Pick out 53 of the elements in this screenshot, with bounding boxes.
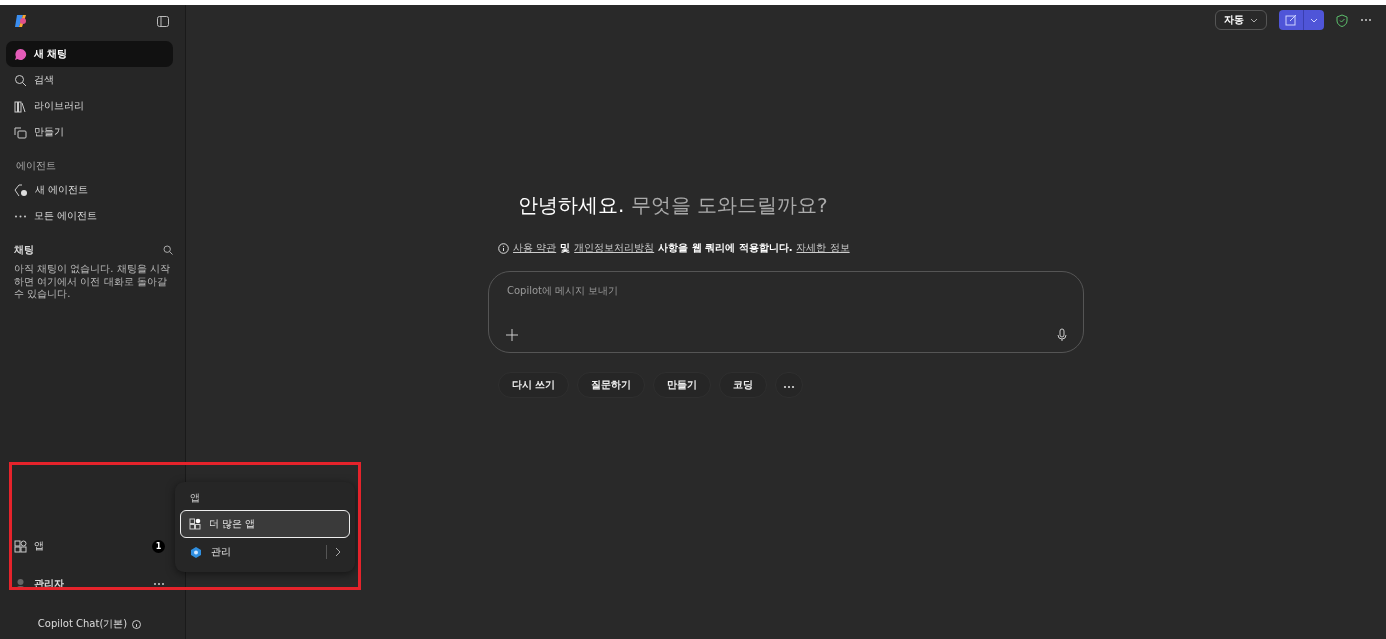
- count-badge: 1: [152, 539, 165, 553]
- notice-text: 및: [560, 241, 571, 255]
- microphone-icon[interactable]: [1057, 328, 1067, 342]
- sidebar-toggle-icon[interactable]: [157, 15, 169, 27]
- shield-icon[interactable]: [1336, 13, 1348, 27]
- message-field[interactable]: Copilot에 메시지 보내기: [505, 284, 1067, 297]
- apps-grid-icon: [189, 518, 201, 530]
- notice-text: 사항을 웹 쿼리에 적용합니다.: [658, 241, 793, 255]
- books-icon: [14, 99, 27, 113]
- apps-item[interactable]: 앱 1: [6, 533, 173, 559]
- nav-item[interactable]: 만들기: [6, 119, 173, 145]
- add-icon[interactable]: [505, 328, 519, 342]
- notice-link[interactable]: 사용 약관: [513, 241, 557, 255]
- version-label: Copilot Chat(기본): [37, 617, 128, 631]
- hexagon-logo-icon: [189, 545, 203, 559]
- suggestion-chip[interactable]: 질문하기: [577, 372, 646, 398]
- suggestion-chip[interactable]: 만들기: [653, 372, 712, 398]
- agent-item[interactable]: 모든 에이전트: [6, 203, 173, 229]
- info-icon: [498, 242, 509, 254]
- greeting-question: 무엇을 도와드릴까요?: [630, 193, 828, 217]
- suggestion-chip[interactable]: 다시 쓰기: [498, 372, 570, 398]
- nav-item[interactable]: 검색: [6, 67, 173, 93]
- greeting-title: 안녕하세요.: [518, 193, 625, 217]
- nav-item[interactable]: 라이브러리: [6, 93, 173, 119]
- logo-icon: [14, 14, 28, 28]
- agent-item[interactable]: 새 에이전트: [6, 177, 173, 203]
- section-heading: 에이전트: [16, 159, 57, 173]
- info-icon[interactable]: [132, 619, 142, 629]
- more-icon: [783, 384, 796, 389]
- empty-chats-text: 아직 채팅이 없습니다. 채팅을 시작하면 여기에서 이전 대화로 돌아갈 수 있습니다.: [13, 262, 171, 301]
- notice-link[interactable]: 자세한 정보: [796, 241, 850, 255]
- more-icon: [14, 214, 27, 218]
- create-icon: [14, 125, 27, 139]
- chat-bubble-icon: [14, 47, 27, 61]
- nav-item[interactable]: 새 채팅: [6, 41, 173, 67]
- chevron-right-icon: [335, 547, 341, 557]
- search-icon: [14, 73, 27, 87]
- notice-link[interactable]: 개인정보처리방침: [574, 241, 655, 255]
- suggestion-chip[interactable]: 코딩: [719, 372, 768, 398]
- menu-item[interactable]: 더 많은 앱: [180, 510, 350, 538]
- more-icon[interactable]: [153, 582, 165, 586]
- chevron-down-icon: [1310, 17, 1318, 23]
- chevron-down-icon: [1250, 17, 1258, 23]
- apps-grid-icon: [14, 539, 27, 553]
- new-chat-button[interactable]: [1279, 10, 1324, 30]
- more-icon[interactable]: [1360, 18, 1372, 22]
- search-icon[interactable]: [163, 245, 173, 255]
- edit-icon: [1285, 14, 1297, 26]
- menu-item[interactable]: 관리: [180, 538, 350, 566]
- menu-heading: 앱: [189, 491, 201, 505]
- agent-add-icon: [14, 183, 28, 197]
- section-heading: 채팅: [14, 243, 34, 257]
- mode-dropdown[interactable]: 자동: [1215, 10, 1267, 30]
